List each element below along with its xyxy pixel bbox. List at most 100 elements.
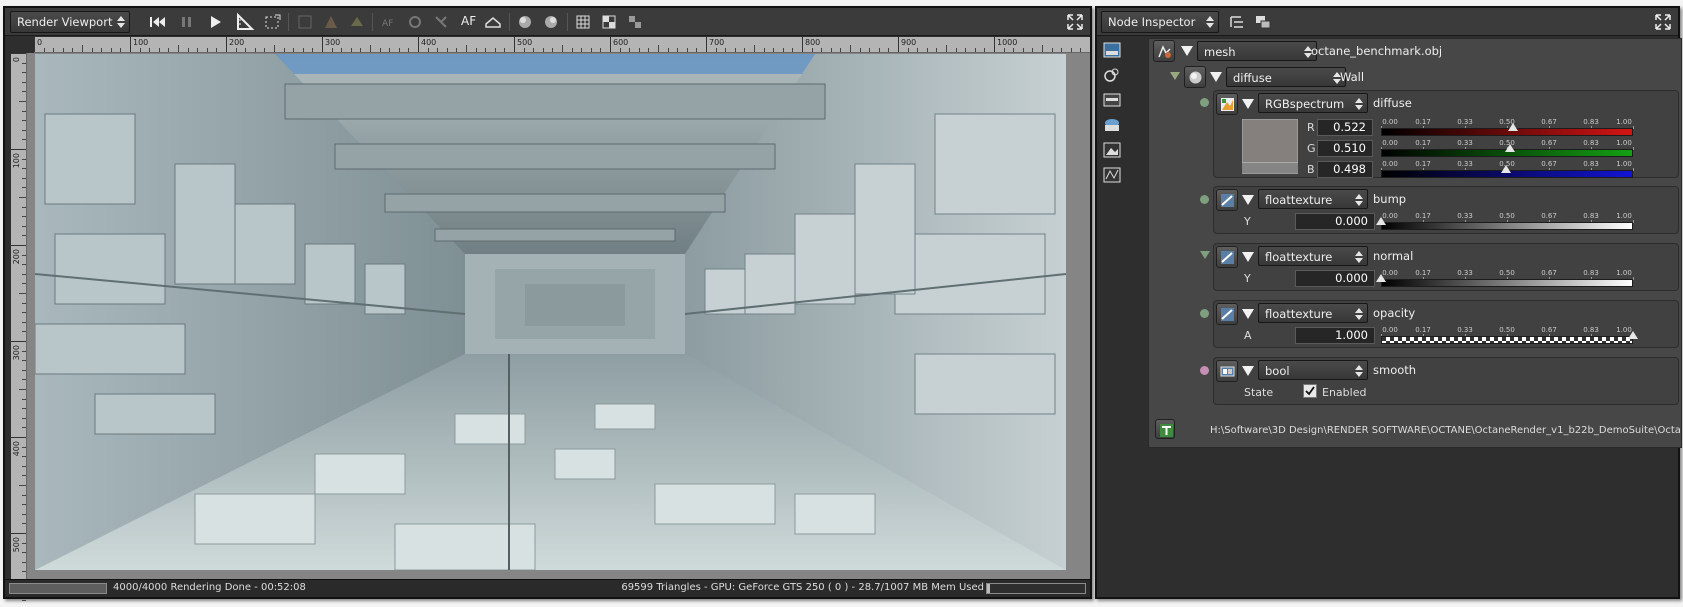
ruler-minor-tick <box>888 48 890 52</box>
smooth-pin-icon[interactable] <box>1200 366 1209 375</box>
pick-material-icon[interactable] <box>321 12 341 32</box>
file-path-icon[interactable] <box>1155 419 1175 439</box>
sphere-right-icon[interactable] <box>541 12 561 32</box>
collapse-arrow-icon[interactable] <box>1242 195 1254 205</box>
material-type-selector[interactable]: diffuse <box>1226 67 1346 87</box>
maximize-inspector-icon[interactable] <box>1654 13 1672 31</box>
ruler-measure-icon[interactable] <box>235 12 255 32</box>
green-slider[interactable]: 0.00 0.17 0.33 0.50 0.67 0.83 1.00 <box>1381 139 1634 158</box>
camera-disabled-icon[interactable] <box>295 12 315 32</box>
float-texture-icon[interactable] <box>1216 303 1238 325</box>
material-pin-icon[interactable] <box>1170 72 1180 80</box>
slider-tick-label: 0.83 <box>1583 139 1599 147</box>
sphere-left-icon[interactable] <box>515 12 535 32</box>
slider-tick-label: 0.33 <box>1457 139 1473 147</box>
slider-thumb[interactable] <box>1376 217 1386 225</box>
slider-tick-label: 0.83 <box>1583 118 1599 126</box>
mesh-type-selector[interactable]: mesh <box>1197 41 1317 61</box>
kernel-node-icon[interactable] <box>1102 165 1122 185</box>
image-node-icon[interactable] <box>1102 40 1122 60</box>
slider-tick-label: 0.67 <box>1541 212 1557 220</box>
float-texture-icon[interactable] <box>1216 189 1238 211</box>
inspector-selector[interactable]: Node Inspector <box>1101 11 1219 33</box>
slider-thumb[interactable] <box>1507 123 1518 131</box>
float-texture-icon[interactable] <box>1216 246 1238 268</box>
blue-slider[interactable]: 0.00 0.17 0.33 0.50 0.67 0.83 1.00 <box>1381 160 1634 179</box>
ruler-label: 900 <box>901 38 917 47</box>
viewport-toolbar: Render Viewport AF AF <box>5 8 1090 36</box>
diffuse-type-selector[interactable]: RGBspectrum <box>1258 93 1368 113</box>
bump-slider[interactable]: 0.00 0.17 0.33 0.50 0.67 0.83 1.00 <box>1376 212 1634 231</box>
render-image[interactable] <box>35 54 1066 570</box>
ruler-minor-tick <box>149 48 151 52</box>
ruler-minor-tick <box>485 48 487 52</box>
diffuse-pin-icon[interactable] <box>1200 98 1209 107</box>
bump-type-selector[interactable]: floattexture <box>1258 189 1368 209</box>
rewind-icon[interactable] <box>147 12 167 32</box>
red-slider[interactable]: 0.00 0.17 0.33 0.50 0.67 0.83 1.00 <box>1381 118 1634 137</box>
grid-icon[interactable] <box>573 12 593 32</box>
blue-value-field[interactable]: 0.498 <box>1317 161 1373 178</box>
collapse-arrow-icon[interactable] <box>1242 366 1254 376</box>
pause-icon[interactable] <box>177 12 197 32</box>
film-node-icon[interactable] <box>1102 90 1122 110</box>
smooth-checkbox[interactable] <box>1303 384 1317 398</box>
camera-mode-icon[interactable] <box>483 12 503 32</box>
diffuse-material-icon[interactable] <box>1184 66 1206 88</box>
slider-thumb[interactable] <box>1628 331 1638 339</box>
ruler-minor-tick <box>696 48 698 52</box>
camera-node-icon[interactable] <box>1102 65 1122 85</box>
normal-pin-icon[interactable] <box>1200 251 1210 259</box>
red-value-field[interactable]: 0.522 <box>1317 119 1373 136</box>
opacity-slider[interactable]: 0.00 0.17 0.33 0.50 0.67 0.83 1.00 <box>1381 326 1638 345</box>
ruler-minor-tick <box>22 398 26 400</box>
opacity-type-selector[interactable]: floattexture <box>1258 303 1368 323</box>
ruler-minor-tick <box>907 48 909 52</box>
ruler-minor-tick <box>926 48 928 52</box>
ruler-minor-tick <box>494 48 496 52</box>
ruler-minor-tick <box>552 48 554 52</box>
opacity-pin-icon[interactable] <box>1200 309 1209 318</box>
ruler-tick <box>34 37 35 52</box>
imager-node-icon[interactable] <box>1102 140 1122 160</box>
maximize-viewport-icon[interactable] <box>1066 13 1084 31</box>
refresh-disabled-icon[interactable] <box>405 12 425 32</box>
slider-thumb[interactable] <box>1504 144 1515 152</box>
checker-icon[interactable] <box>599 12 619 32</box>
normal-type-selector[interactable]: floattexture <box>1258 246 1368 266</box>
collapse-arrow-icon[interactable] <box>1210 72 1222 82</box>
ruler-minor-tick <box>22 110 26 112</box>
autofocus-button[interactable]: AF <box>461 14 476 28</box>
material-type-label: diffuse <box>1233 71 1272 85</box>
viewport-selector[interactable]: Render Viewport <box>10 11 130 33</box>
collapse-tree-icon[interactable] <box>1253 12 1273 32</box>
smooth-type-selector[interactable]: bool <box>1258 360 1368 380</box>
pick-object-icon[interactable] <box>347 12 367 32</box>
green-value-field[interactable]: 0.510 <box>1317 140 1373 157</box>
normal-slider[interactable]: 0.00 0.17 0.33 0.50 0.67 0.83 1.00 <box>1376 269 1634 288</box>
mesh-node-icon[interactable] <box>1153 40 1175 62</box>
normal-value-field[interactable]: 0.000 <box>1295 270 1375 287</box>
collapse-arrow-icon[interactable] <box>1181 46 1193 56</box>
collapse-arrow-icon[interactable] <box>1242 309 1254 319</box>
focus-pick-icon[interactable]: AF <box>379 12 399 32</box>
collapse-arrow-icon[interactable] <box>1242 99 1254 109</box>
play-icon[interactable] <box>205 12 225 32</box>
opacity-value-field[interactable]: 1.000 <box>1295 327 1375 344</box>
slider-tick-label: 1.00 <box>1616 269 1632 277</box>
bump-pin-icon[interactable] <box>1200 195 1209 204</box>
collapse-arrow-icon[interactable] <box>1242 252 1254 262</box>
region-select-icon[interactable] <box>263 12 283 32</box>
alpha-icon[interactable] <box>625 12 645 32</box>
slider-thumb[interactable] <box>1376 274 1386 282</box>
ruler-minor-tick <box>22 321 26 323</box>
rgb-spectrum-icon[interactable] <box>1216 93 1238 115</box>
slider-tick-label: 0.00 <box>1382 326 1398 334</box>
expand-tree-icon[interactable] <box>1227 12 1247 32</box>
environment-node-icon[interactable] <box>1102 115 1122 135</box>
white-balance-icon[interactable] <box>431 12 451 32</box>
slider-tick <box>1633 147 1634 150</box>
bump-value-field[interactable]: 0.000 <box>1295 213 1375 230</box>
slider-thumb[interactable] <box>1501 165 1512 173</box>
bool-icon[interactable] <box>1216 360 1238 382</box>
